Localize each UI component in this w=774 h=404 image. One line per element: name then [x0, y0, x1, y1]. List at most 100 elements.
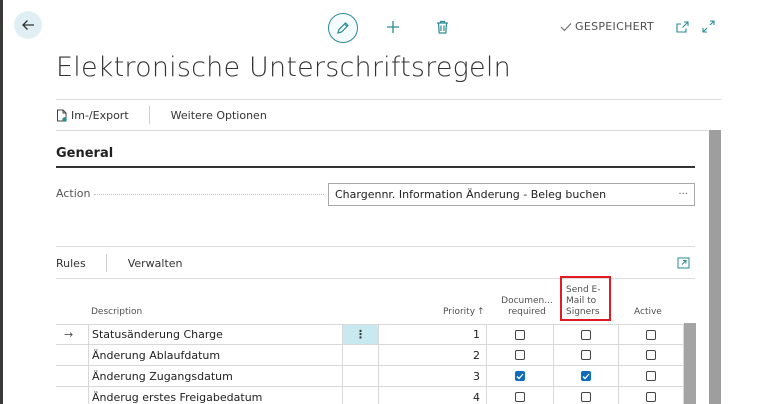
open-new-window-button[interactable]: [675, 20, 689, 34]
row-priority[interactable]: 2: [378, 345, 480, 365]
row-description[interactable]: Statusänderung Charge: [92, 325, 223, 344]
table-row[interactable]: Änderung Zugangsdatum 3: [56, 366, 684, 387]
table-row[interactable]: Änderug erstes Freigabedatum 4: [56, 387, 684, 404]
document-required-checkbox[interactable]: [515, 329, 525, 340]
row-description[interactable]: Änderug erstes Freigabedatum: [92, 387, 262, 404]
action-bar: Im-/Export Weitere Optionen: [56, 106, 287, 124]
cell-divider: [342, 387, 343, 404]
row-menu-icon[interactable]: ⋮: [343, 325, 378, 344]
send-email-checkbox[interactable]: [581, 350, 591, 360]
arrow-left-icon: [22, 20, 34, 30]
row-priority[interactable]: 3: [378, 366, 480, 386]
active-checkbox-cell: [646, 366, 656, 386]
grid-scrollbar[interactable]: [684, 323, 696, 404]
action-field[interactable]: Chargennr. Information Änderung - Beleg …: [328, 183, 695, 206]
section-underline: [56, 166, 695, 168]
send-email-checkbox[interactable]: [581, 329, 591, 340]
back-button[interactable]: [14, 11, 42, 39]
open-in-page-button[interactable]: [676, 256, 690, 270]
check-icon: [516, 373, 524, 379]
col-header-active[interactable]: Active: [634, 307, 662, 318]
field-leader-dots: [94, 194, 324, 195]
active-checkbox-cell: [646, 325, 656, 344]
priority-label: Priority: [443, 307, 476, 317]
send-email-checkbox-cell: [581, 345, 591, 365]
checkmark-icon: [560, 22, 572, 31]
cell-divider: [88, 345, 89, 365]
cell-divider: [88, 366, 89, 386]
cell-divider: [618, 325, 619, 344]
page-title: Elektronische Unterschriftsregeln: [56, 52, 511, 83]
cell-divider: [553, 366, 554, 386]
pencil-icon: [337, 22, 349, 34]
active-checkbox[interactable]: [646, 350, 656, 360]
cell-divider: [553, 345, 554, 365]
action-field-label: Action: [56, 187, 91, 200]
import-export-label: Im-/Export: [71, 108, 129, 122]
cell-divider: [342, 366, 343, 386]
current-row-arrow-icon: →: [64, 328, 74, 341]
plus-icon: [387, 21, 399, 33]
page-scrollbar[interactable]: [709, 130, 721, 404]
table-row[interactable]: → ⋮ Statusänderung Charge 1: [56, 324, 684, 345]
send-email-checkbox-cell: [581, 325, 591, 344]
doc-required-line2: required: [508, 307, 546, 317]
rules-action-bar: Rules Verwalten: [56, 254, 183, 272]
cell-divider: [88, 325, 89, 344]
tab-rules[interactable]: Rules: [56, 257, 106, 270]
cell-divider: [486, 325, 487, 344]
section-title-general[interactable]: General: [56, 146, 113, 161]
send-email-checkbox[interactable]: [581, 371, 591, 381]
saved-label: GESPEICHERT: [575, 20, 655, 33]
actionbar-divider: [56, 130, 708, 131]
cell-divider: [618, 366, 619, 386]
sort-ascending-icon: ↑: [477, 307, 485, 317]
delete-button[interactable]: [434, 19, 450, 35]
cell-divider: [618, 387, 619, 404]
saved-status: GESPEICHERT: [560, 20, 654, 33]
col-header-description[interactable]: Description: [91, 307, 142, 318]
document-required-checkbox-cell: [515, 387, 525, 404]
col-header-priority[interactable]: Priority ↑: [443, 307, 485, 318]
edit-button[interactable]: [328, 13, 358, 43]
document-required-checkbox-cell: [515, 345, 525, 365]
open-in-page-icon: [677, 257, 689, 269]
cell-divider: [342, 345, 343, 365]
row-priority[interactable]: 4: [378, 387, 480, 404]
row-description[interactable]: Änderung Zugangsdatum: [92, 366, 233, 386]
action-field-value: Chargennr. Information Änderung - Beleg …: [335, 188, 607, 201]
active-checkbox[interactable]: [646, 392, 656, 402]
check-icon: [582, 373, 590, 379]
expand-icon: [702, 20, 715, 33]
more-icon[interactable]: ···: [678, 189, 688, 200]
open-in-new-window-icon: [675, 21, 689, 33]
send-email-checkbox[interactable]: [581, 392, 591, 402]
table-row[interactable]: Änderung Ablaufdatum 2: [56, 345, 684, 366]
row-priority[interactable]: 1: [378, 325, 480, 344]
document-required-checkbox[interactable]: [515, 350, 525, 360]
active-checkbox-cell: [646, 387, 656, 404]
more-options-action[interactable]: Weitere Optionen: [171, 109, 287, 122]
highlight-annotation-box: [560, 276, 611, 321]
rules-top-divider: [56, 246, 695, 247]
active-checkbox[interactable]: [646, 329, 656, 340]
cell-divider: [618, 345, 619, 365]
row-description[interactable]: Änderung Ablaufdatum: [92, 345, 220, 365]
expand-button[interactable]: [701, 19, 716, 34]
tab-manage[interactable]: Verwalten: [128, 257, 183, 270]
document-required-checkbox[interactable]: [515, 392, 525, 402]
cell-divider: [88, 387, 89, 404]
col-header-document-required[interactable]: Documen... required: [501, 296, 553, 318]
send-email-checkbox-cell: [581, 366, 591, 386]
more-options-label: Weitere Optionen: [170, 108, 267, 122]
left-window-edge: [0, 0, 3, 404]
import-export-action[interactable]: Im-/Export: [56, 109, 149, 122]
cell-divider: [553, 387, 554, 404]
new-button[interactable]: [385, 19, 401, 35]
doc-required-line1: Documen...: [501, 296, 553, 306]
document-required-checkbox-cell: [515, 325, 525, 344]
active-checkbox-cell: [646, 345, 656, 365]
document-required-checkbox[interactable]: [515, 371, 525, 381]
active-checkbox[interactable]: [646, 371, 656, 381]
action-separator: [148, 106, 150, 124]
